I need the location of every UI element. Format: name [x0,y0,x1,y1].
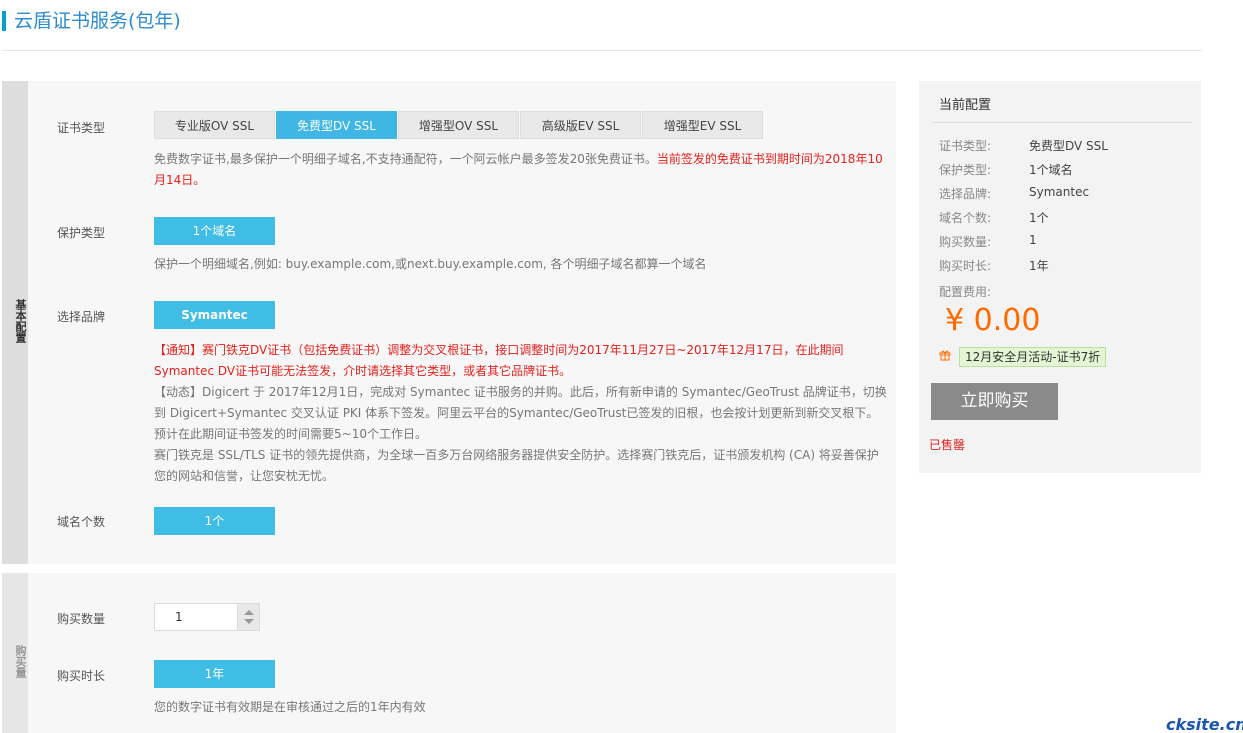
purchase-panel: 购买量 购买数量 购买时长 1年 您的数字证书有效期是在审核通过之后的1年内有效 [2,573,896,733]
quantity-stepper [154,603,260,631]
page-header: 云盾证书服务(包年) [2,8,1202,51]
current-config-title: 当前配置 [939,98,992,113]
summary-key: 保护类型: [939,163,992,177]
summary-row-protect-type: 保护类型: 1个域名 [939,161,1073,178]
brand-notice: 【通知】赛门铁克DV证书（包括免费证书）调整为交叉根证书，接口调整时间为2017… [154,343,844,378]
divider [932,122,1192,123]
brand-description: 【通知】赛门铁克DV证书（包括免费证书）调整为交叉根证书，接口调整时间为2017… [154,340,889,487]
summary-key: 选择品牌: [939,187,992,201]
brand-news: 【动态】Digicert 于 2017年12月1日，完成对 Symantec 证… [154,385,887,441]
quantity-label: 购买数量 [57,612,106,626]
quantity-input[interactable] [155,604,237,630]
title-accent-bar [2,11,6,31]
basic-config-panel: 基本配置 证书类型 专业版OV SSL 免费型DV SSL 增强型OV SSL … [2,81,896,564]
duration-label: 购买时长 [57,669,106,683]
price-amount: ¥ 0.00 [945,303,1041,338]
summary-key: 域名个数: [939,211,992,225]
promo-badge: 12月安全月活动-证书7折 [959,347,1107,367]
protect-type-label: 保护类型 [57,226,106,240]
buy-now-button[interactable]: 立即购买 [931,383,1058,420]
purchase-side-label: 购买量 [14,645,27,678]
increment-icon[interactable] [244,610,254,615]
basic-config-side-label: 基本配置 [14,299,27,343]
gift-icon [939,349,951,364]
cert-type-tabs: 专业版OV SSL 免费型DV SSL 增强型OV SSL 高级版EV SSL … [154,111,764,139]
protect-type-description: 保护一个明细域名,例如: buy.example.com,或next.buy.e… [154,257,707,271]
summary-value: 1 [1029,233,1037,247]
purchase-side-tab: 购买量 [2,573,28,733]
tab-pro-ov-ssl[interactable]: 专业版OV SSL [154,111,275,139]
summary-value: 1个 [1029,211,1049,225]
cert-type-label: 证书类型 [57,121,106,135]
tab-free-dv-ssl[interactable]: 免费型DV SSL [276,111,397,139]
brand-label: 选择品牌 [57,310,106,324]
cert-type-desc-text: 免费数字证书,最多保护一个明细子域名,不支持通配符，一个阿云帐户最多签发20张免… [154,152,657,166]
duration-description: 您的数字证书有效期是在审核通过之后的1年内有效 [154,700,426,714]
domain-count-label: 域名个数 [57,515,106,529]
basic-config-side-tab: 基本配置 [2,81,28,564]
tab-advanced-ev-ssl[interactable]: 高级版EV SSL [520,111,641,139]
cert-type-description: 免费数字证书,最多保护一个明细子域名,不支持通配符，一个阿云帐户最多签发20张免… [154,149,889,191]
summary-row-cert-type: 证书类型: 免费型DV SSL [939,137,1108,154]
tab-enhanced-ov-ssl[interactable]: 增强型OV SSL [398,111,519,139]
watermark: cksite.cn [1166,715,1243,733]
brand-intro: 赛门铁克是 SSL/TLS 证书的领先提供商，为全球一百多万台网络服务器提供安全… [154,448,879,483]
summary-value: Symantec [1029,185,1090,199]
summary-value: 1个域名 [1029,163,1073,177]
summary-key: 购买数量: [939,235,992,249]
summary-row-quantity: 购买数量: 1 [939,233,1037,250]
fee-label: 配置费用: [939,285,992,299]
summary-row-brand: 选择品牌: Symantec [939,185,1089,202]
protect-type-option[interactable]: 1个域名 [154,217,275,245]
duration-option[interactable]: 1年 [154,660,275,688]
summary-key: 证书类型: [939,139,992,153]
summary-row-domains: 域名个数: 1个 [939,209,1049,226]
page-title: 云盾证书服务(包年) [14,10,181,32]
summary-key: 购买时长: [939,259,992,273]
current-config-panel: 当前配置 证书类型: 免费型DV SSL 保护类型: 1个域名 选择品牌: Syman… [919,81,1201,473]
decrement-icon[interactable] [244,619,254,624]
summary-row-duration: 购买时长: 1年 [939,257,1049,274]
tab-enhanced-ev-ssl[interactable]: 增强型EV SSL [642,111,763,139]
brand-option-symantec[interactable]: Symantec [154,301,275,329]
domain-count-option[interactable]: 1个 [154,507,275,535]
quantity-stepper-buttons [237,604,259,630]
summary-value: 免费型DV SSL [1029,139,1108,153]
sold-out-text: 已售罄 [929,438,966,452]
summary-value: 1年 [1029,259,1049,273]
